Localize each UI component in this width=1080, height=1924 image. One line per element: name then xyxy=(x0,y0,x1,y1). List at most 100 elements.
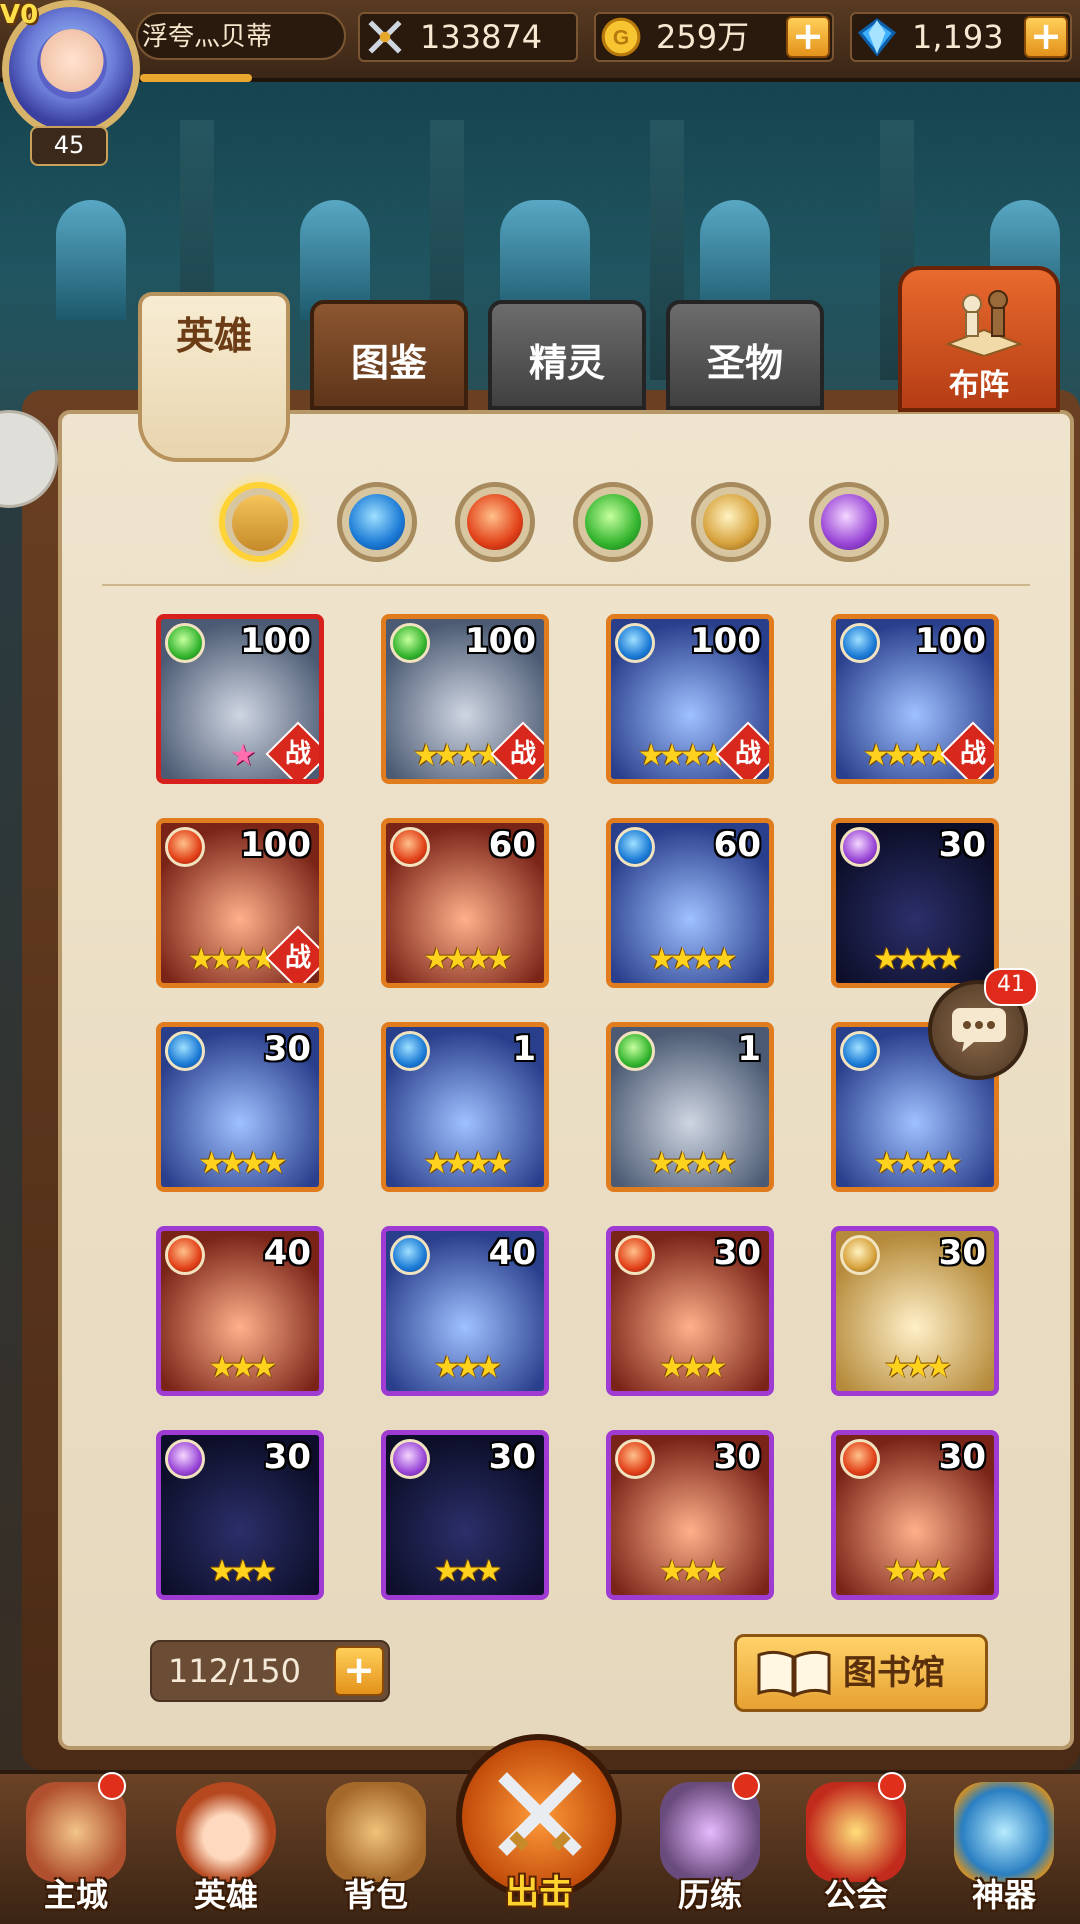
gold-coin-icon: G xyxy=(601,17,641,57)
in-battle-label: 战 xyxy=(284,943,311,973)
tab-heroes[interactable]: 英雄 xyxy=(138,292,290,462)
in-battle-label: 战 xyxy=(509,739,536,769)
nav-backpack[interactable]: 背包 xyxy=(306,1760,446,1920)
hero-card[interactable]: 100 ★ 战 xyxy=(156,614,324,784)
nav-main-city[interactable]: 主城 xyxy=(6,1760,146,1920)
filter-dark[interactable] xyxy=(809,482,889,562)
filter-all[interactable] xyxy=(219,482,299,562)
filter-water[interactable] xyxy=(337,482,417,562)
nav-label: 历练 xyxy=(677,1876,742,1914)
hero-card[interactable]: 40 ★★★ xyxy=(156,1226,324,1396)
formation-button[interactable]: 布阵 xyxy=(898,266,1060,412)
hero-card[interactable]: 60 ★★★★ xyxy=(606,818,774,988)
hero-card[interactable]: 60 ★★★★ xyxy=(381,818,549,988)
hero-stars: ★★★★ xyxy=(423,1146,513,1181)
gold-value: 259万 xyxy=(656,18,750,56)
nav-label: 主城 xyxy=(43,1876,108,1914)
notification-dot xyxy=(732,1772,760,1800)
dark-element-icon xyxy=(165,1439,205,1479)
hero-card[interactable]: 30 ★★★ xyxy=(606,1430,774,1600)
water-element-icon xyxy=(840,1031,880,1071)
hero-card[interactable]: 100 ★★★★★ 战 xyxy=(156,818,324,988)
avatar-face xyxy=(37,29,107,99)
nav-trials[interactable]: 历练 xyxy=(640,1760,780,1920)
hero-level: 100 xyxy=(465,621,536,661)
hero-level: 30 xyxy=(938,1437,986,1477)
hero-level: 30 xyxy=(488,1437,536,1477)
water-element-icon xyxy=(390,1235,430,1275)
hero-capacity: 112/150 + xyxy=(150,1640,390,1702)
hero-stars: ★★★ xyxy=(658,1554,728,1589)
in-battle-label: 战 xyxy=(284,739,311,769)
add-gems-button[interactable]: + xyxy=(1024,16,1068,58)
tab-codex[interactable]: 图鉴 xyxy=(310,300,468,410)
nav-artifact[interactable]: 神器 xyxy=(934,1760,1074,1920)
hero-level: 60 xyxy=(488,825,536,865)
hero-level: 30 xyxy=(713,1437,761,1477)
vip-badge: V0 xyxy=(0,0,39,30)
hero-card[interactable]: 30 ★★★★ xyxy=(156,1022,324,1192)
hero-level: 60 xyxy=(713,825,761,865)
hero-level: 30 xyxy=(263,1437,311,1477)
all-elements-icon xyxy=(232,495,288,551)
fire-element-icon xyxy=(390,827,430,867)
filter-light[interactable] xyxy=(691,482,771,562)
hero-card[interactable]: 40 ★★★ xyxy=(381,1226,549,1396)
hero-card[interactable]: 30 ★★★ xyxy=(831,1226,999,1396)
filter-wind[interactable] xyxy=(573,482,653,562)
hero-stars: ★★★ xyxy=(883,1350,953,1385)
gem-value: 1,193 xyxy=(912,18,1004,56)
hero-level: 30 xyxy=(938,1233,986,1273)
light-element-icon xyxy=(840,1235,880,1275)
dark-element-icon xyxy=(840,827,880,867)
tab-relics[interactable]: 圣物 xyxy=(666,300,824,410)
tab-spirits[interactable]: 精灵 xyxy=(488,300,646,410)
hero-card[interactable]: 100 ★★★★★ 战 xyxy=(606,614,774,784)
hero-card[interactable]: 1 ★★★★ xyxy=(381,1022,549,1192)
wind-element-icon xyxy=(615,1031,655,1071)
expand-capacity-button[interactable]: + xyxy=(334,1646,384,1696)
hero-level: 30 xyxy=(713,1233,761,1273)
hero-card[interactable]: 100 ★★★★★ 战 xyxy=(381,614,549,784)
nav-label: 公会 xyxy=(823,1876,888,1914)
player-name: 浮夸灬贝蒂 xyxy=(136,12,346,60)
nav-label: 出击 xyxy=(505,1873,573,1913)
hero-card[interactable]: 30 ★★★ xyxy=(831,1430,999,1600)
hero-card[interactable]: 100 ★★★★★ 战 xyxy=(831,614,999,784)
add-gold-button[interactable]: + xyxy=(786,16,830,58)
nav-guild[interactable]: 公会 xyxy=(786,1760,926,1920)
hero-card[interactable]: 30 ★★★ xyxy=(606,1226,774,1396)
in-battle-label: 战 xyxy=(959,739,986,769)
fire-icon xyxy=(467,494,523,550)
filter-divider xyxy=(102,584,1030,586)
hero-card[interactable]: 30 ★★★ xyxy=(156,1430,324,1600)
combat-power-value: 133874 xyxy=(420,18,543,56)
gold-display: G 259万 + xyxy=(594,12,834,62)
hero-stars: ★★★★ xyxy=(873,1146,963,1181)
sun-icon xyxy=(703,494,759,550)
hero-card[interactable]: 1 ★★★★ xyxy=(606,1022,774,1192)
hero-stars: ★★★★ xyxy=(648,942,738,977)
svg-text:G: G xyxy=(613,26,629,49)
nav-attack[interactable]: 出击 xyxy=(456,1734,622,1920)
notification-dot xyxy=(98,1772,126,1800)
hero-card[interactable]: 30 ★★★ xyxy=(381,1430,549,1600)
hero-stars: ★★★ xyxy=(433,1554,503,1589)
hero-stars: ★★★ xyxy=(883,1554,953,1589)
hero-level: 100 xyxy=(915,621,986,661)
diamond-icon xyxy=(857,18,897,57)
library-button[interactable]: 图书馆 xyxy=(734,1634,988,1712)
hero-card[interactable]: 30 ★★★★ xyxy=(831,818,999,988)
water-element-icon xyxy=(615,623,655,663)
nav-heroes[interactable]: 英雄 xyxy=(156,1760,296,1920)
hero-stars: ★★★★ xyxy=(198,1146,288,1181)
filter-fire[interactable] xyxy=(455,482,535,562)
chat-unread-badge: 41 xyxy=(984,968,1038,1006)
nav-label: 背包 xyxy=(343,1876,408,1914)
wind-element-icon xyxy=(390,623,430,663)
nav-label: 英雄 xyxy=(193,1876,258,1914)
hero-level: 40 xyxy=(488,1233,536,1273)
water-element-icon xyxy=(615,827,655,867)
hero-level: 100 xyxy=(690,621,761,661)
hero-level: 30 xyxy=(263,1029,311,1069)
